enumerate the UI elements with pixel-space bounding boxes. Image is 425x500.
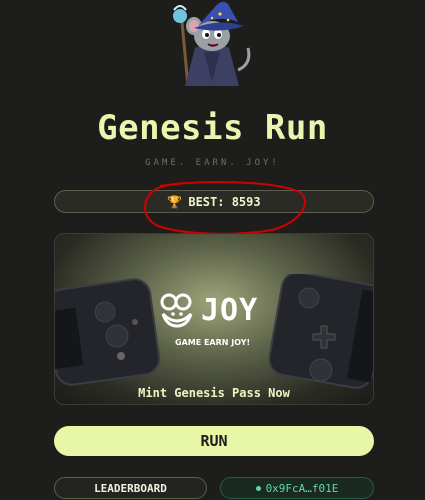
wizard-mouse-mascot: [173, 1, 251, 87]
page-title: Genesis Run: [97, 108, 328, 148]
run-button[interactable]: RUN: [54, 426, 374, 456]
best-score-bar: 🏆 BEST: 8593: [54, 190, 374, 213]
handheld-console-left-image: [55, 278, 161, 386]
joy-logo: JOY: [157, 292, 258, 328]
tagline: GAME. EARN. JOY!: [145, 158, 280, 168]
joy-logo-text: JOY: [201, 292, 259, 328]
leaderboard-button[interactable]: LEADERBOARD: [54, 477, 207, 499]
connected-status-dot: [255, 485, 261, 491]
trophy-icon: 🏆: [167, 194, 183, 209]
wallet-address-button[interactable]: 0x9FcA…f01E: [220, 477, 374, 499]
genesis-pass-promo-banner[interactable]: JOY GAME EARN JOY! Mint Genesis Pass Now: [54, 233, 374, 405]
mint-genesis-pass-link[interactable]: Mint Genesis Pass Now: [55, 386, 373, 400]
promo-tagline: GAME EARN JOY!: [175, 338, 251, 347]
wallet-address-label: 0x9FcA…f01E: [265, 481, 339, 495]
mouse-logo-icon: [160, 293, 193, 328]
handheld-console-right-image: [269, 274, 373, 389]
best-score-label: BEST: 8593: [188, 194, 261, 209]
